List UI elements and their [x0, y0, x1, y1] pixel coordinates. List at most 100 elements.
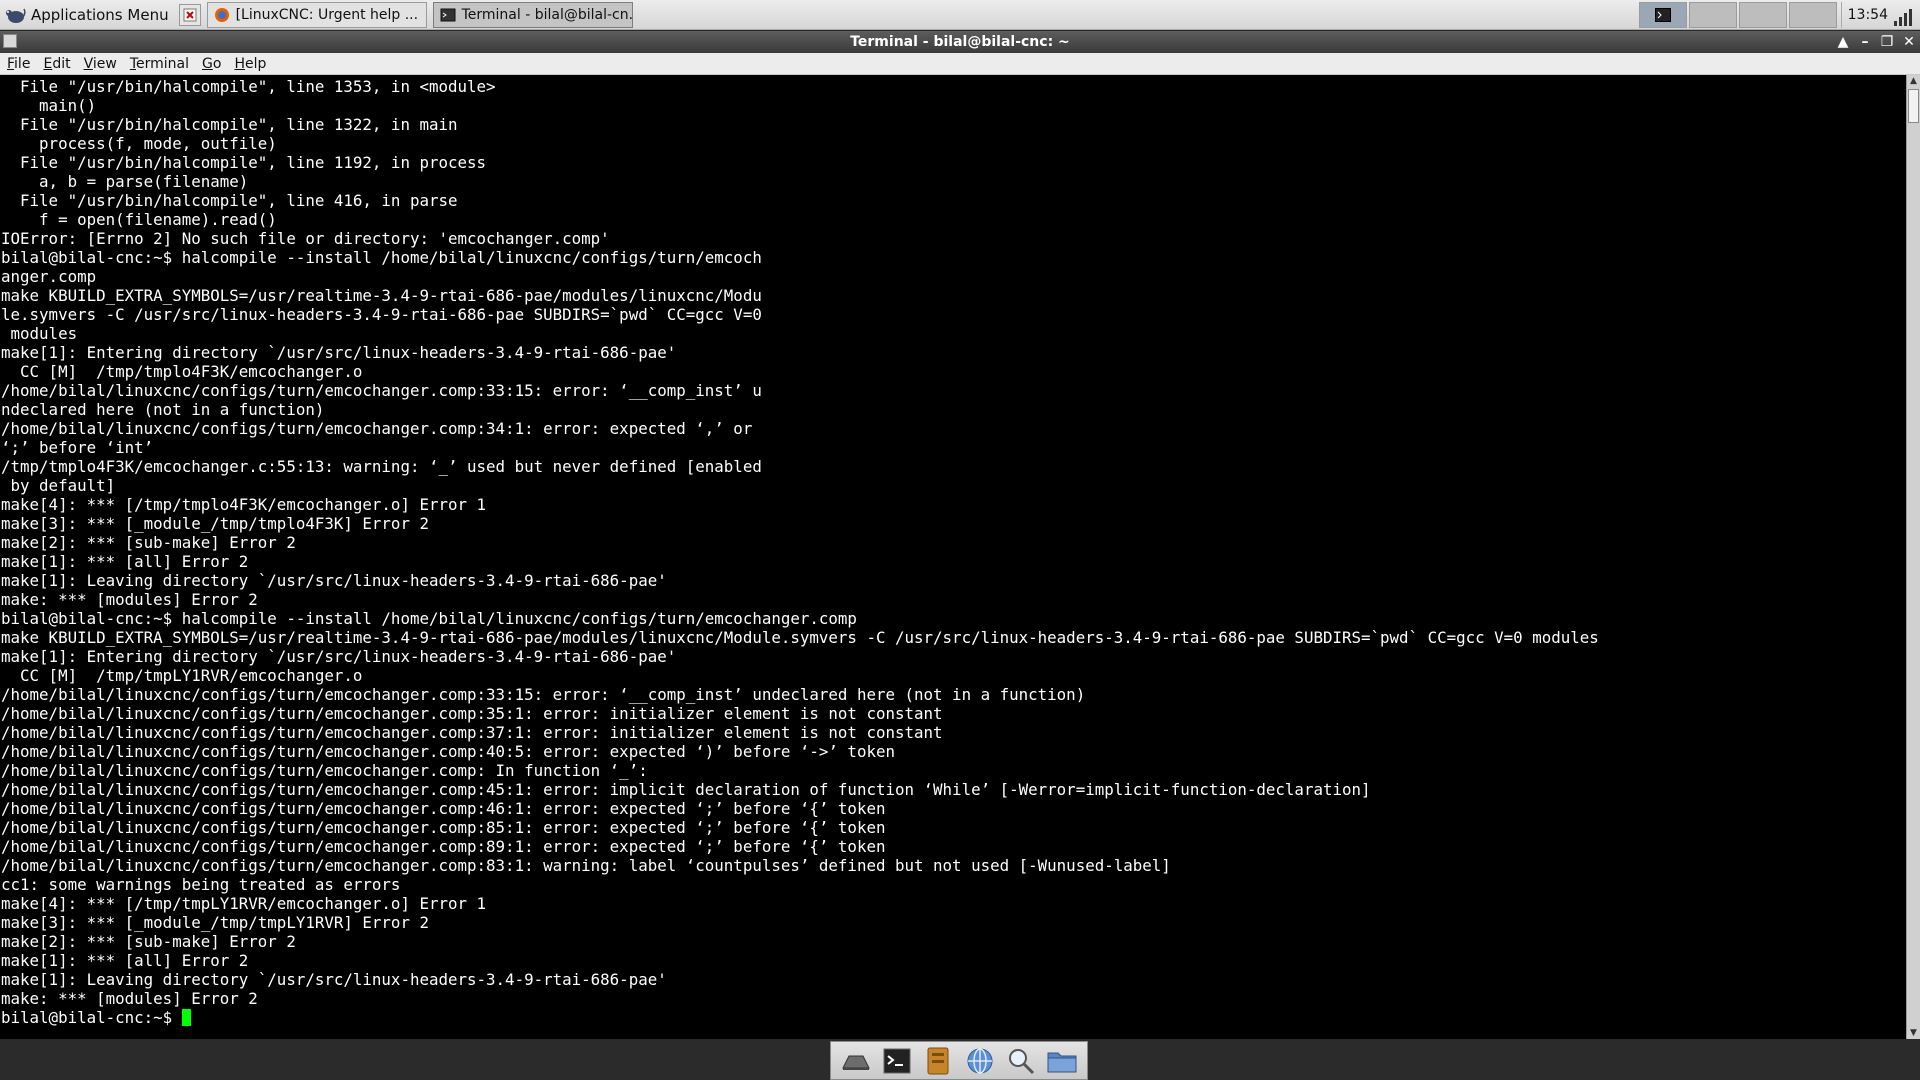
terminal-line: a, b = parse(filename)	[39, 172, 249, 191]
bottom-dock	[830, 1041, 1088, 1080]
show-desktop-icon[interactable]	[840, 1045, 872, 1077]
panel-right-area: 13:54	[1637, 0, 1920, 30]
terminal-lines: File "/usr/bin/halcompile", line 1353, i…	[1, 77, 1599, 1008]
terminal-line: ndeclared here (not in a function)	[1, 400, 325, 419]
window-titlebar[interactable]: Terminal - bilal@bilal-cnc: ~ ▲ – ❐ ✕	[0, 31, 1920, 53]
terminal-line: /home/bilal/linuxcnc/configs/turn/emcoch…	[1, 381, 762, 400]
clock[interactable]: 13:54	[1840, 2, 1894, 28]
menu-mnemonic: G	[202, 55, 213, 72]
desktop-bottom	[0, 1039, 1920, 1080]
taskbar-task-label: [LinuxCNC: Urgent help ...	[235, 6, 419, 23]
terminal-line: make[4]: *** [/tmp/tmpLY1RVR/emcochanger…	[1, 894, 487, 913]
terminal-line: make[3]: *** [_module_/tmp/tmpLY1RVR] Er…	[1, 913, 429, 932]
terminal-line: make[2]: *** [sub-make] Error 2	[1, 932, 296, 951]
terminal-line: /tmp/tmplo4F3K/emcochanger.c:55:13: warn…	[1, 457, 762, 476]
web-browser-icon[interactable]	[964, 1045, 996, 1077]
launcher-button[interactable]	[178, 3, 201, 26]
terminal-line: main()	[39, 96, 97, 115]
terminal-scrollbar[interactable]: ▲ ▼	[1906, 75, 1920, 1039]
terminal-line: make[1]: Entering directory `/usr/src/li…	[1, 343, 677, 362]
maximize-icon[interactable]: ❐	[1880, 34, 1894, 50]
scroll-thumb[interactable]	[1908, 89, 1919, 123]
scroll-down-arrow-icon[interactable]: ▼	[1907, 1027, 1920, 1039]
terminal-line: make KBUILD_EXTRA_SYMBOLS=/usr/realtime-…	[1, 286, 762, 305]
text-cursor	[181, 1009, 191, 1026]
terminal-line: make[1]: *** [all] Error 2	[1, 552, 249, 571]
terminal-line: /home/bilal/linuxcnc/configs/turn/emcoch…	[1, 723, 943, 742]
terminal-line: make: *** [modules] Error 2	[1, 590, 258, 609]
taskbar-task-label: Terminal - bilal@bilal-cn...	[461, 6, 633, 23]
terminal-line: /home/bilal/linuxcnc/configs/turn/emcoch…	[1, 704, 943, 723]
menu-label: ile	[14, 55, 31, 72]
menu-mnemonic: E	[43, 55, 53, 72]
terminal-line: /home/bilal/linuxcnc/configs/turn/emcoch…	[1, 837, 886, 856]
top-panel: Applications Menu [LinuxCNC: Urgent help…	[0, 0, 1920, 30]
terminal-line: cc1: some warnings being treated as erro…	[1, 875, 401, 894]
terminal-output[interactable]: File "/usr/bin/halcompile", line 1353, i…	[0, 75, 1906, 1039]
terminal-line: make[2]: *** [sub-make] Error 2	[1, 533, 296, 552]
menu-label: o	[212, 55, 222, 72]
terminal-line: /home/bilal/linuxcnc/configs/turn/emcoch…	[1, 780, 1371, 799]
terminal-line: f = open(filename).read()	[39, 210, 277, 229]
menu-edit[interactable]: Edit	[36, 56, 76, 72]
shade-icon[interactable]: ▲	[1836, 34, 1850, 50]
taskbar-task-browser[interactable]: [LinuxCNC: Urgent help ...	[206, 1, 427, 28]
terminal-mini-icon	[1654, 8, 1671, 22]
applications-menu-label: Applications Menu	[31, 5, 169, 24]
terminal-line: make[3]: *** [_module_/tmp/tmplo4F3K] Er…	[1, 514, 429, 533]
menu-label: erminal	[136, 55, 189, 72]
terminal-line: /home/bilal/linuxcnc/configs/turn/emcoch…	[1, 856, 1171, 875]
terminal-line: CC [M] /tmp/tmplo4F3K/emcochanger.o	[20, 362, 363, 381]
terminal-line: File "/usr/bin/halcompile", line 416, in…	[20, 191, 458, 210]
terminal-line: process(f, mode, outfile)	[39, 134, 277, 153]
menu-bar: File Edit View Terminal Go Help	[0, 53, 1920, 75]
window-title: Terminal - bilal@bilal-cnc: ~	[850, 34, 1070, 50]
terminal-line: /home/bilal/linuxcnc/configs/turn/emcoch…	[1, 419, 753, 438]
terminal-line: make[4]: *** [/tmp/tmplo4F3K/emcochanger…	[1, 495, 487, 514]
terminal-line: /home/bilal/linuxcnc/configs/turn/emcoch…	[1, 761, 648, 780]
network-signal-icon[interactable]	[1894, 4, 1916, 26]
scroll-up-arrow-icon[interactable]: ▲	[1907, 75, 1920, 87]
search-icon[interactable]	[1005, 1045, 1037, 1077]
minimize-icon[interactable]: –	[1858, 34, 1872, 50]
terminal-line: CC [M] /tmp/tmpLY1RVR/emcochanger.o	[20, 666, 363, 685]
menu-mnemonic: V	[83, 55, 93, 72]
close-icon[interactable]: ✕	[1902, 34, 1916, 50]
terminal-line: File "/usr/bin/halcompile", line 1322, i…	[20, 115, 458, 134]
terminal-line: make[1]: Leaving directory `/usr/src/lin…	[1, 571, 667, 590]
workspace-3[interactable]	[1738, 2, 1787, 28]
terminal-line: make: *** [modules] Error 2	[1, 989, 258, 1008]
menu-view[interactable]: View	[77, 56, 123, 72]
menu-label: elp	[244, 55, 267, 72]
workspace-4[interactable]	[1788, 2, 1837, 28]
launcher-red-icon	[183, 8, 197, 21]
file-manager-icon[interactable]	[922, 1045, 954, 1077]
workspace-2[interactable]	[1688, 2, 1737, 28]
applications-menu-button[interactable]: Applications Menu	[0, 0, 175, 30]
folder-icon[interactable]	[1046, 1045, 1078, 1077]
menu-go[interactable]: Go	[195, 56, 227, 72]
terminal-line: le.symvers -C /usr/src/linux-headers-3.4…	[1, 305, 762, 324]
terminal-icon[interactable]	[881, 1045, 913, 1077]
firefox-icon	[214, 7, 229, 22]
terminal-line: ‘;’ before ‘int’	[1, 438, 154, 457]
menu-label: dit	[52, 55, 71, 72]
menu-terminal[interactable]: Terminal	[123, 56, 195, 72]
xfce-mouse-icon	[6, 8, 26, 23]
terminal-line: /home/bilal/linuxcnc/configs/turn/emcoch…	[1, 818, 886, 837]
terminal-line: make KBUILD_EXTRA_SYMBOLS=/usr/realtime-…	[1, 628, 1599, 647]
menu-help[interactable]: Help	[227, 56, 272, 72]
window-menu-icon[interactable]	[3, 34, 17, 48]
menu-label: iew	[92, 55, 117, 72]
menu-mnemonic: F	[7, 55, 15, 72]
terminal-text[interactable]: File "/usr/bin/halcompile", line 1353, i…	[0, 75, 1906, 1027]
terminal-line: /home/bilal/linuxcnc/configs/turn/emcoch…	[1, 742, 895, 761]
workspace-1[interactable]	[1638, 2, 1687, 28]
taskbar-task-terminal[interactable]: Terminal - bilal@bilal-cn...	[432, 1, 633, 28]
menu-file[interactable]: File	[0, 56, 36, 72]
terminal-line: bilal@bilal-cnc:~$ halcompile --install …	[1, 609, 857, 628]
terminal-line: File "/usr/bin/halcompile", line 1353, i…	[20, 77, 496, 96]
terminal-line: IOError: [Errno 2] No such file or direc…	[1, 229, 610, 248]
terminal-line: /home/bilal/linuxcnc/configs/turn/emcoch…	[1, 685, 1086, 704]
terminal-line: modules	[10, 324, 78, 343]
